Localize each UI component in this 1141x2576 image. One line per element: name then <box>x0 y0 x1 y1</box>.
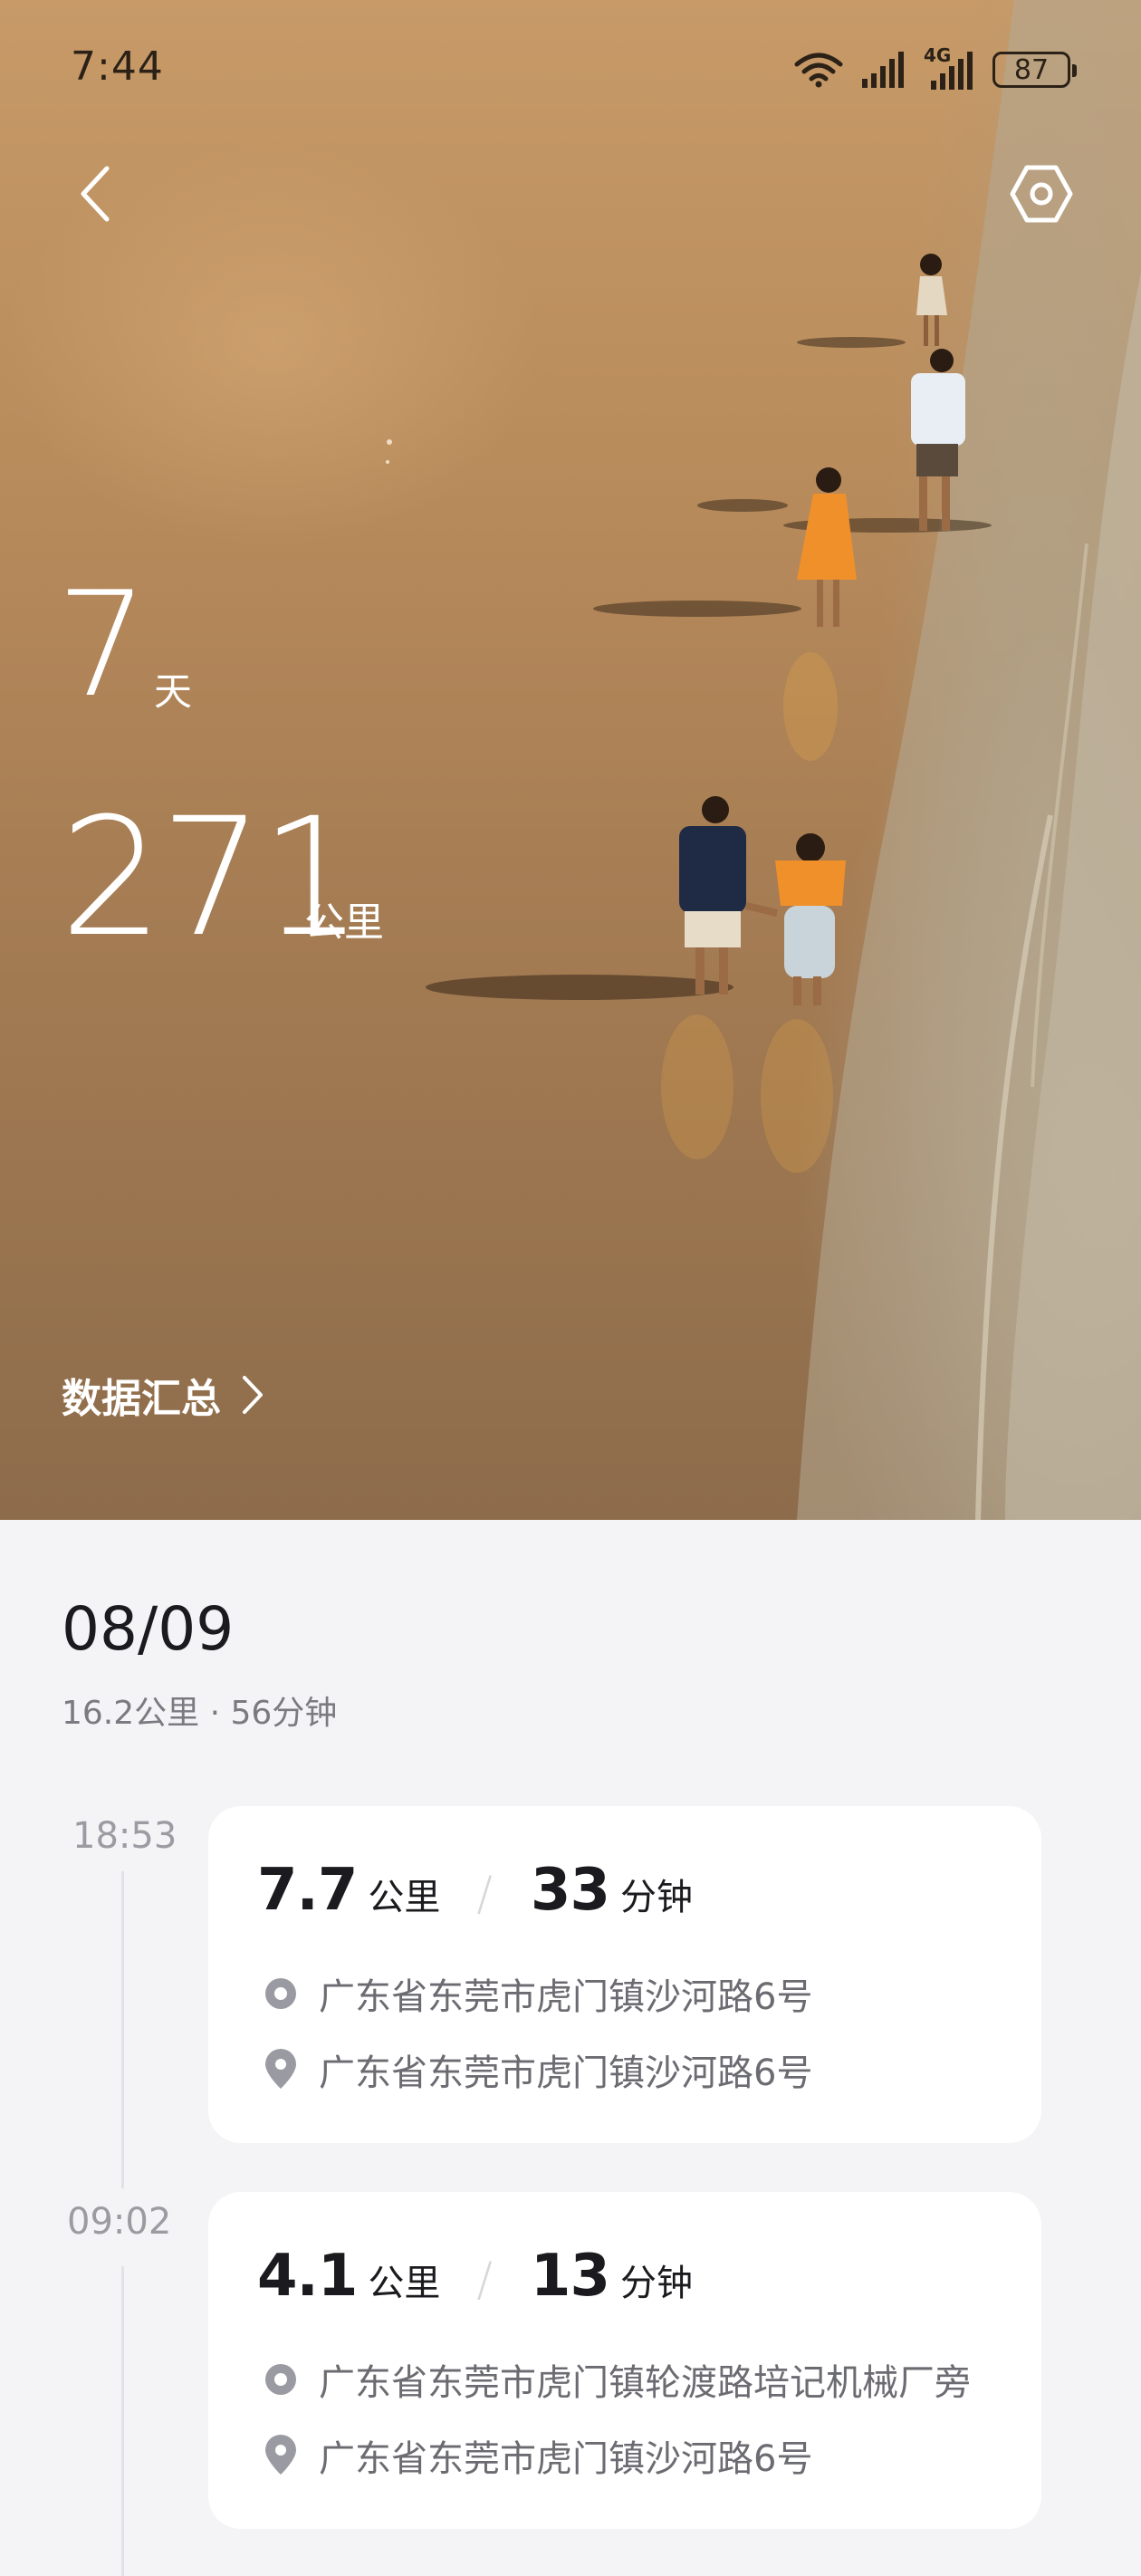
stat-divider: / <box>476 2253 493 2307</box>
trip-end-address: 广东省东莞市虎门镇沙河路6号 <box>319 2438 813 2480</box>
trip-distance-unit: 公里 <box>368 1877 441 1918</box>
days-unit: 天 <box>154 669 193 714</box>
trip-distance-unit: 公里 <box>368 2263 441 2304</box>
trip-start-address: 广东省东莞市虎门镇沙河路6号 <box>319 1976 813 2018</box>
status-time: 7:44 <box>71 43 164 90</box>
beach-photo <box>386 0 1141 1520</box>
trip-duration-unit: 分钟 <box>619 2263 693 2304</box>
status-icons: 4G 87 <box>793 44 1077 92</box>
timeline-line <box>121 2266 124 2576</box>
data-summary-link[interactable]: 数据汇总 <box>62 1366 264 1424</box>
signal-4g-icon: 4G <box>924 44 976 90</box>
trip-time: 09:02 <box>67 2201 172 2243</box>
trip-card[interactable]: 4.1 公里 / 13 分钟 广东省东莞市虎门镇轮渡路培记机械厂旁 广东省东莞市… <box>208 2192 1041 2529</box>
trip-card[interactable]: 7.7 公里 / 33 分钟 广东省东莞市虎门镇沙河路6号 广东省东莞市虎门镇沙… <box>208 1806 1041 2143</box>
timeline-line <box>121 1871 124 2188</box>
trip-stats: 7.7 公里 / 33 分钟 <box>257 1857 693 1924</box>
map-pin-icon <box>265 2049 296 2089</box>
trip-duration-unit: 分钟 <box>619 1877 693 1918</box>
trip-end-row: 广东省东莞市虎门镇沙河路6号 <box>263 2043 812 2096</box>
trip-end-row: 广东省东莞市虎门镇沙河路6号 <box>263 2429 812 2482</box>
chevron-right-icon <box>243 1376 263 1414</box>
trip-start-row: 广东省东莞市虎门镇沙河路6号 <box>263 1967 812 2020</box>
day-summary: 16.2公里 · 56分钟 <box>62 1695 338 1732</box>
trip-end-address: 广东省东莞市虎门镇沙河路6号 <box>319 2052 813 2094</box>
back-button[interactable] <box>67 159 125 228</box>
wifi-icon <box>794 53 843 88</box>
battery-indicator: 87 <box>992 52 1077 88</box>
day-date: 08/09 <box>62 1594 235 1664</box>
trip-duration: 13 <box>530 2243 610 2310</box>
data-summary-label: 数据汇总 <box>62 1376 221 1422</box>
hero-banner: 7:44 4G 87 7 天 271 公里 数据汇总 <box>0 0 1141 1520</box>
trip-stats: 4.1 公里 / 13 分钟 <box>257 2243 693 2310</box>
start-point-icon <box>265 2364 296 2395</box>
settings-button[interactable] <box>1005 159 1078 228</box>
trip-distance: 7.7 <box>257 1857 358 1924</box>
map-pin-icon <box>265 2435 296 2475</box>
back-chevron-icon <box>81 166 110 222</box>
distance-unit: 公里 <box>304 899 384 946</box>
trip-duration: 33 <box>530 1857 610 1924</box>
trip-time: 18:53 <box>72 1815 177 1857</box>
stat-divider: / <box>476 1867 493 1921</box>
trip-distance: 4.1 <box>257 2243 358 2310</box>
start-point-icon <box>265 1978 296 2009</box>
signal-icon <box>862 52 904 88</box>
days-value: 7 <box>56 560 149 729</box>
trip-start-address: 广东省东莞市虎门镇轮渡路培记机械厂旁 <box>319 2362 971 2404</box>
settings-hexagon-icon <box>1010 165 1073 223</box>
status-bar: 7:44 4G 87 <box>0 0 1141 145</box>
trip-start-row: 广东省东莞市虎门镇轮渡路培记机械厂旁 <box>263 2353 971 2406</box>
